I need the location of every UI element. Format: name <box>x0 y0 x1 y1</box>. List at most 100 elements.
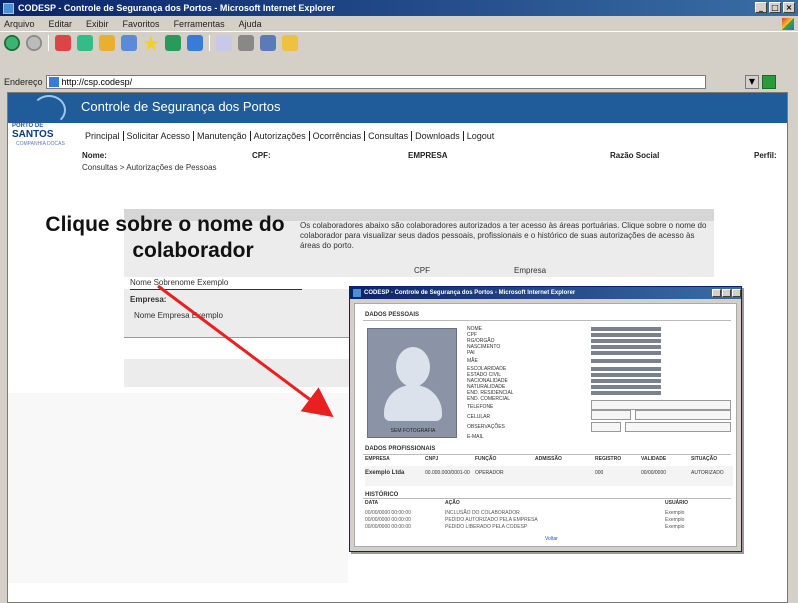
stop-icon[interactable] <box>55 35 71 51</box>
col-situacao: SITUAÇÃO <box>691 456 718 462</box>
callout-line-1: Clique sobre o nome do <box>45 213 285 236</box>
field-box <box>591 422 621 432</box>
app-nav: Principal Solicitar Acesso Manutenção Au… <box>82 129 497 143</box>
back-link[interactable]: Voltar <box>545 536 558 542</box>
menu-item-help[interactable]: Ajuda <box>239 19 262 29</box>
go-icon[interactable] <box>762 75 776 89</box>
col-cnpj: CNPJ <box>425 456 439 462</box>
address-bar: Endereço http://csp.codesp/ ▼ <box>0 74 798 90</box>
hist-usuario: Exemplo <box>665 510 685 516</box>
popup-close-button[interactable] <box>732 289 741 297</box>
employer-label: Empresa: <box>130 295 167 304</box>
favorites-icon[interactable] <box>143 35 159 51</box>
section-divider <box>363 454 731 455</box>
field-value <box>591 385 661 389</box>
nav-consultas[interactable]: Consultas <box>365 131 413 141</box>
prof-funcao: OPERADOR <box>475 470 504 476</box>
mail-icon[interactable] <box>216 35 232 51</box>
hist-col-acao: AÇÃO <box>445 500 460 506</box>
prof-cnpj: 00.000.000/0001-00 <box>425 470 470 476</box>
hist-usuario: Exemplo <box>665 517 685 523</box>
print-icon[interactable] <box>238 35 254 51</box>
field-label: OBSERVAÇÕES <box>467 424 505 430</box>
field-label: END. COMERCIAL <box>467 396 511 402</box>
media-icon[interactable] <box>165 35 181 51</box>
section-personal-title: DADOS PESSOAIS <box>365 312 420 318</box>
prof-situacao: AUTORIZADO <box>691 470 724 476</box>
popup-ie-icon <box>353 289 361 297</box>
popup-window-controls <box>712 289 741 297</box>
santos-logo: PORTO DE SANTOS COMPANHIA DOCAS <box>8 93 78 163</box>
prof-empresa: Exemplo Ltda <box>365 470 405 476</box>
hist-col-usuario: USUÁRIO <box>665 500 689 506</box>
instruction-callout: Clique sobre o nome do colaborador <box>30 212 300 264</box>
window-titlebar: CODESP - Controle de Segurança dos Porto… <box>0 0 798 16</box>
nav-solicitar-acesso[interactable]: Solicitar Acesso <box>124 131 195 141</box>
logo-main-text: SANTOS <box>12 129 54 140</box>
popup-title: CODESP - Controle de Segurança dos Porto… <box>364 290 576 296</box>
nav-downloads[interactable]: Downloads <box>412 131 464 141</box>
field-label: TELEFONE <box>467 404 494 410</box>
popup-maximize-button[interactable] <box>722 289 731 297</box>
folder-icon[interactable] <box>282 35 298 51</box>
forward-icon[interactable] <box>26 35 42 51</box>
page-icon <box>48 77 59 87</box>
content-lower-area <box>8 393 348 583</box>
field-box <box>591 410 631 420</box>
panel-footer <box>124 359 360 387</box>
table-row: Exemplo Ltda 00.000.000/0001-00 OPERADOR… <box>365 466 733 486</box>
field-box <box>591 400 731 410</box>
field-value <box>591 327 661 331</box>
callout-line-2: colaborador <box>132 239 254 262</box>
toolbar-separator <box>209 35 210 51</box>
menu-item-file[interactable]: Arquivo <box>4 19 35 29</box>
professional-table-header: EMPRESA CNPJ FUNÇÃO ADMISSÃO REGISTRO VA… <box>365 456 733 464</box>
info-cpf: CPF: <box>252 151 271 160</box>
field-box <box>625 422 731 432</box>
info-perfil: Perfil: <box>754 151 777 160</box>
address-input[interactable]: http://csp.codesp/ <box>45 75 706 89</box>
popup-minimize-button[interactable] <box>712 289 721 297</box>
hist-data: 00/00/0000 00:00:00 <box>365 524 411 530</box>
menu-item-edit[interactable]: Editar <box>49 19 73 29</box>
nav-logout[interactable]: Logout <box>464 131 498 141</box>
minimize-button[interactable]: _ <box>755 2 767 13</box>
nav-manutencao[interactable]: Manutenção <box>194 131 251 141</box>
menu-item-favorites[interactable]: Favoritos <box>123 19 160 29</box>
close-button[interactable]: × <box>783 2 795 13</box>
menu-item-tools[interactable]: Ferramentas <box>174 19 225 29</box>
nav-principal[interactable]: Principal <box>82 131 124 141</box>
nav-autorizacoes[interactable]: Autorizações <box>251 131 310 141</box>
table-row: 00/00/0000 00:00:00 PEDIDO AUTORIZADO PE… <box>365 517 733 524</box>
table-row: 00/00/0000 00:00:00 INCLUSÃO DO COLABORA… <box>365 510 733 517</box>
nav-ocorrencias[interactable]: Ocorrências <box>310 131 366 141</box>
ie-icon <box>3 2 14 14</box>
employee-name-link[interactable]: Nome Sobrenome Exemplo <box>130 278 228 287</box>
column-empresa: Empresa <box>514 266 547 275</box>
section-professional-title: DADOS PROFISSIONAIS <box>365 446 436 452</box>
popup-titlebar: CODESP - Controle de Segurança dos Porto… <box>350 287 741 299</box>
back-icon[interactable] <box>4 35 20 51</box>
browser-window: CODESP - Controle de Segurança dos Porto… <box>0 0 798 603</box>
search-icon[interactable] <box>121 35 137 51</box>
edit-icon[interactable] <box>260 35 276 51</box>
history-icon[interactable] <box>187 35 203 51</box>
home-icon[interactable] <box>99 35 115 51</box>
hist-acao: PEDIDO AUTORIZADO PELA EMPRESA <box>445 517 538 523</box>
address-dropdown-icon[interactable]: ▼ <box>745 75 759 89</box>
window-controls: _ □ × <box>755 2 795 13</box>
window-title: CODESP - Controle de Segurança dos Porto… <box>18 3 335 13</box>
banner-title: Controle de Segurança dos Portos <box>81 99 281 114</box>
maximize-button[interactable]: □ <box>769 2 781 13</box>
field-value <box>591 333 661 337</box>
refresh-icon[interactable] <box>77 35 93 51</box>
column-cpf: CPF <box>414 266 430 275</box>
panel-instructions: Os colaboradores abaixo são colaboradore… <box>300 221 707 250</box>
menu-item-view[interactable]: Exibir <box>86 19 109 29</box>
toolbar-separator <box>48 35 49 51</box>
link-underline <box>130 289 302 290</box>
info-nome: Nome: <box>82 151 107 160</box>
field-value <box>591 345 661 349</box>
avatar-body-icon <box>384 385 442 421</box>
col-registro: REGISTRO <box>595 456 622 462</box>
